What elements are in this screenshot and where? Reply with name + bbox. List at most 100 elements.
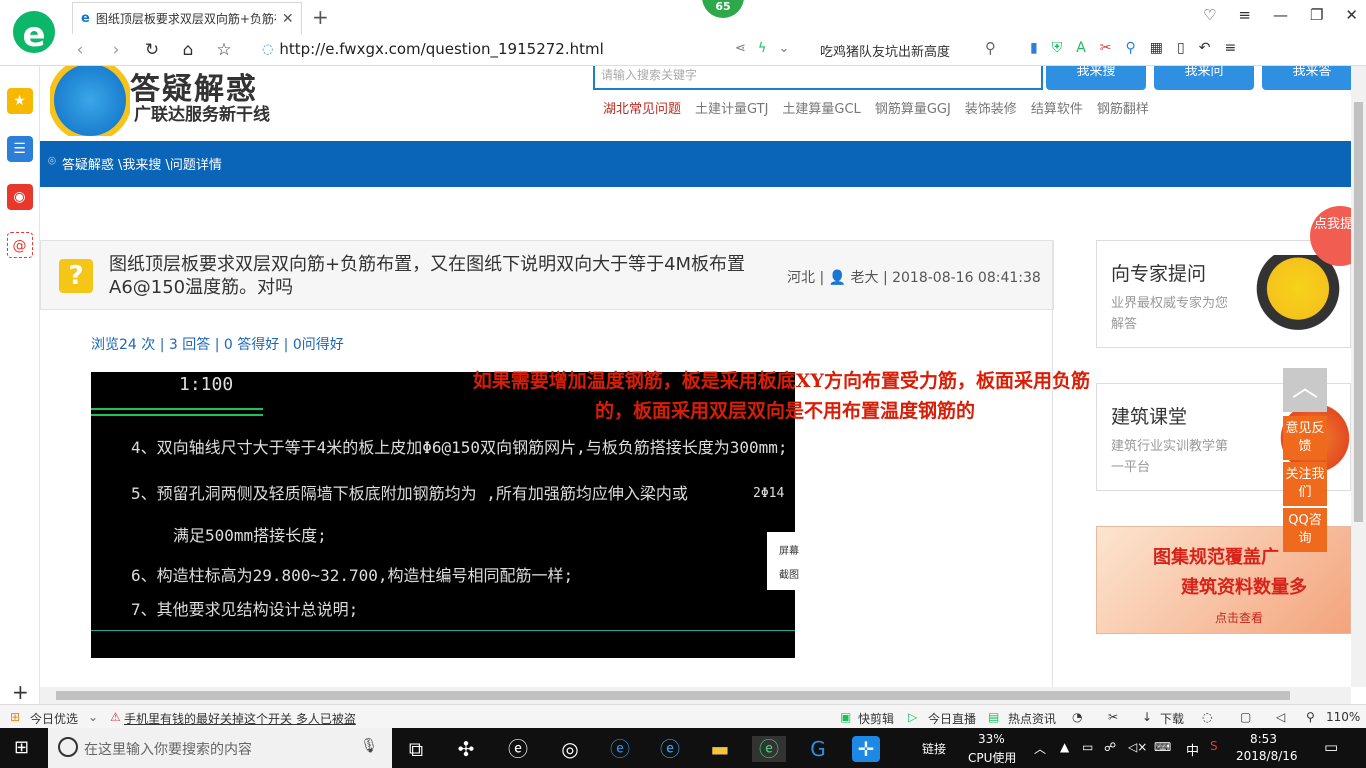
more-menu-icon[interactable]: ≡	[1224, 40, 1236, 56]
breadcrumb[interactable]: 答疑解惑 \我来搜 \问题详情	[62, 154, 222, 187]
phone-icon[interactable]: ▯	[1177, 40, 1185, 56]
refresh-icon[interactable]: ↻	[134, 40, 170, 60]
action-center-icon[interactable]: ▭	[1324, 738, 1338, 756]
ask-button[interactable]: 我来问	[1154, 66, 1254, 90]
qq-consult-button[interactable]: QQ咨询	[1283, 508, 1327, 552]
active-browser-icon[interactable]: ⓔ	[752, 736, 786, 762]
edge-icon[interactable]: ⓔ	[606, 736, 634, 762]
ie-icon[interactable]: ⓔ	[656, 736, 684, 762]
statusbar-item[interactable]: 下载	[1160, 710, 1184, 727]
task-view-icon[interactable]: ⧉	[402, 736, 430, 762]
minimize-icon[interactable]: —	[1273, 6, 1288, 24]
volume-icon[interactable]: ◁×	[1128, 740, 1147, 754]
taskbar-search-input[interactable]: 在这里输入你要搜索的内容 🎙	[48, 728, 392, 768]
back-icon[interactable]: ‹	[62, 40, 98, 60]
sogou-icon[interactable]: S	[1210, 739, 1218, 753]
close-window-icon[interactable]: ✕	[1345, 6, 1358, 24]
category-link[interactable]: 结算软件	[1031, 98, 1083, 117]
network-icon[interactable]: ☍	[1104, 740, 1116, 754]
search-icon[interactable]: ⚲	[985, 39, 996, 57]
category-link[interactable]: 钢筋算量GGJ	[875, 98, 951, 117]
remote-app-icon[interactable]: ✛	[852, 736, 880, 762]
category-link[interactable]: 土建计量GTJ	[695, 98, 768, 117]
category-link[interactable]: 土建算量GCL	[782, 98, 860, 117]
add-sidebar-icon[interactable]: +	[12, 680, 29, 704]
expert-ask-card[interactable]: 向专家提问 业界最权威专家为您解答	[1096, 240, 1351, 348]
forward-icon[interactable]: ›	[98, 40, 134, 60]
chevron-down-icon[interactable]: ⌄	[88, 710, 98, 724]
site-search-input[interactable]: 请输入搜索关键字	[593, 66, 1043, 90]
vertical-scrollbar[interactable]	[1351, 66, 1366, 687]
keyboard-icon[interactable]: ⌨	[1154, 740, 1171, 754]
chevron-down-icon[interactable]: ⌄	[778, 41, 789, 56]
fan-app-icon[interactable]: ✣	[452, 736, 480, 762]
today-picks[interactable]: 今日优选	[30, 710, 78, 727]
skin-icon[interactable]: ♡	[1203, 6, 1216, 24]
menu-icon[interactable]: ≡	[1238, 6, 1251, 24]
popup-item[interactable]: 屏幕	[779, 540, 801, 564]
category-link[interactable]: 钢筋翻样	[1097, 98, 1149, 117]
browser-tab[interactable]: e 图纸顶层板要求双层双向筋+负筋布置，又在图纸下说明双向大于等于4M板布置A6…	[72, 2, 302, 34]
scroll-thumb[interactable]	[56, 691, 1290, 700]
follow-button[interactable]: 关注我们	[1283, 462, 1327, 506]
back-to-top-icon[interactable]: ︿	[1283, 368, 1327, 412]
browser-logo-icon[interactable]: e	[10, 8, 58, 56]
news-link[interactable]: 手机里有钱的最好关掉这个开关 多人已被盗	[124, 710, 356, 727]
chevron-up-icon[interactable]: ︿	[1034, 740, 1046, 757]
scroll-thumb[interactable]	[1354, 102, 1363, 522]
new-tab-icon[interactable]: +	[312, 5, 329, 29]
window-icon[interactable]: ▢	[1240, 710, 1251, 724]
screenshot-popup[interactable]: 屏幕 截图	[767, 532, 801, 590]
feedback-button[interactable]: 意见反馈	[1283, 416, 1327, 460]
favorites-star-icon[interactable]: ★	[6, 88, 33, 114]
plugin-icon[interactable]: ▮	[1030, 40, 1038, 56]
undo-icon[interactable]: ↶	[1199, 40, 1211, 56]
shield-icon[interactable]: ⛨	[1052, 40, 1063, 56]
browser-e-icon[interactable]: ⓔ	[504, 736, 532, 762]
horizontal-scrollbar[interactable]	[40, 687, 1351, 704]
speed-icon[interactable]: ◔	[1072, 710, 1082, 724]
answer-button[interactable]: 我来答	[1262, 66, 1351, 90]
mute-icon[interactable]: ◁	[1276, 710, 1285, 724]
hot-search-text[interactable]: 吃鸡猪队友坑出新高度	[820, 41, 950, 60]
link-toolbar[interactable]: 链接	[922, 740, 946, 757]
mail-at-icon[interactable]: @	[6, 232, 33, 258]
360-browser-icon[interactable]: ◎	[556, 736, 584, 762]
clock-time[interactable]: 8:53	[1250, 732, 1277, 746]
ime-indicator[interactable]: 中	[1186, 740, 1199, 759]
notification-icon[interactable]: ▲	[1060, 740, 1069, 754]
statusbar-item[interactable]: 热点资讯	[1008, 710, 1056, 727]
banner-link[interactable]: 点击查看	[1215, 609, 1263, 626]
glodon-icon[interactable]: G	[804, 736, 832, 762]
translate-icon[interactable]: A	[1076, 40, 1086, 56]
star-icon[interactable]: ☆	[206, 40, 242, 60]
badge[interactable]: 65	[702, 0, 744, 18]
url-text[interactable]: http://e.fwxgx.com/question_1915272.html	[279, 40, 603, 58]
close-tab-icon[interactable]: ✕	[282, 11, 294, 27]
clock-date[interactable]: 2018/8/16	[1236, 749, 1298, 763]
windows-start-icon[interactable]: ⊞	[14, 738, 34, 758]
reading-list-icon[interactable]: ☰	[6, 136, 33, 162]
share-icon[interactable]: ⋖	[735, 41, 746, 56]
statusbar-item[interactable]: 今日直播	[928, 710, 976, 727]
tools-icon[interactable]: ✂	[1108, 710, 1118, 724]
category-link[interactable]: 湖北常见问题	[603, 98, 681, 117]
question-title: 图纸顶层板要求双层双向筋+负筋布置，又在图纸下说明双向大于等于4M板布置A6@1…	[109, 254, 746, 298]
scissors-icon[interactable]: ✂	[1100, 40, 1112, 56]
apps-icon[interactable]: ▦	[1150, 40, 1163, 56]
restore-icon[interactable]: ❐	[1310, 6, 1323, 24]
search-button[interactable]: 我来搜	[1046, 66, 1146, 90]
home-icon[interactable]: ⌂	[170, 40, 206, 60]
weibo-icon[interactable]: ◉	[6, 184, 33, 210]
category-link[interactable]: 装饰装修	[965, 98, 1017, 117]
microphone-icon[interactable]: 🎙	[360, 738, 378, 754]
statusbar-item[interactable]: 快剪辑	[858, 710, 894, 727]
lightning-icon[interactable]: ϟ	[758, 41, 767, 56]
battery-icon[interactable]: ▭	[1082, 740, 1093, 754]
file-explorer-icon[interactable]: ▬	[706, 736, 734, 762]
zoom-level[interactable]: 110%	[1326, 710, 1360, 724]
popup-item[interactable]: 截图	[779, 564, 801, 588]
address-bar[interactable]: ◌ http://e.fwxgx.com/question_1915272.ht…	[262, 40, 604, 58]
clean-icon[interactable]: ◌	[1202, 710, 1212, 724]
find-icon[interactable]: ⚲	[1126, 40, 1136, 56]
